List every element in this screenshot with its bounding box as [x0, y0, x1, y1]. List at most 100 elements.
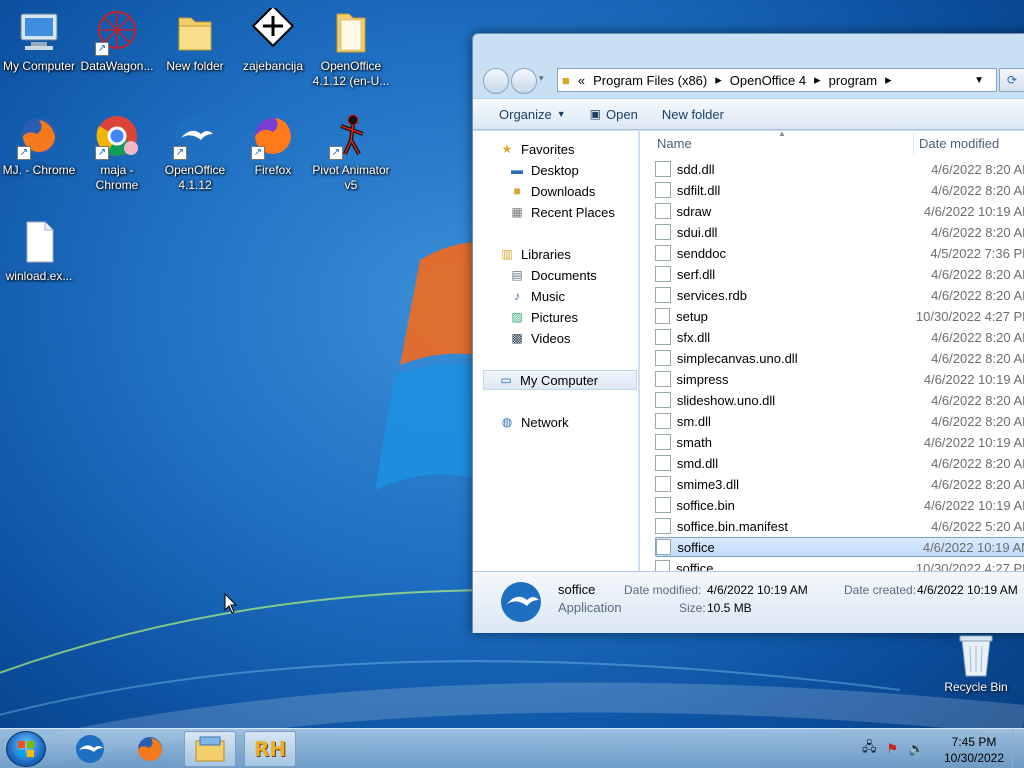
file-row[interactable]: sdui.dll 4/6/2022 8:20 AM	[655, 222, 1024, 242]
nav-documents[interactable]: ▤ Documents	[509, 265, 597, 285]
breadcrumb-separator-icon[interactable]: ▸	[885, 72, 892, 88]
taskbar-firefox-button[interactable]	[124, 731, 176, 767]
desktop-icon-firefox[interactable]: ↗ Firefox	[234, 112, 312, 178]
file-icon	[655, 308, 671, 324]
shortcut-arrow-icon: ↗	[17, 146, 31, 160]
file-row[interactable]: sdraw 4/6/2022 10:19 AM	[655, 201, 1024, 221]
forward-button[interactable]	[511, 68, 537, 94]
file-row[interactable]: soffice.bin 4/6/2022 10:19 AM	[655, 495, 1024, 515]
nav-my-computer[interactable]: ▭ My Computer	[483, 370, 637, 390]
file-row[interactable]: sdfilt.dll 4/6/2022 8:20 AM	[655, 180, 1024, 200]
file-row[interactable]: serf.dll 4/6/2022 8:20 AM	[655, 264, 1024, 284]
file-icon	[655, 287, 671, 303]
file-name: soffice.bin.manifest	[676, 518, 788, 534]
nav-label: Downloads	[531, 183, 596, 199]
nav-network[interactable]: ◍ Network	[499, 412, 569, 432]
nav-label: Documents	[531, 267, 597, 283]
taskbar-openoffice-button[interactable]	[64, 731, 116, 767]
file-list: Name ▲ Date modified sdd.dll 4/6/2022 8:2…	[640, 131, 1024, 571]
file-row[interactable]: senddoc 4/5/2022 7:36 PM	[655, 243, 1024, 263]
column-header-date[interactable]: Date modified	[919, 131, 999, 155]
file-date: 4/6/2022 8:20 AM	[931, 455, 1024, 471]
nav-videos[interactable]: ▩ Videos	[509, 328, 570, 348]
nav-label: My Computer	[520, 372, 599, 388]
file-icon	[655, 161, 671, 177]
zajebancija-icon	[249, 4, 297, 56]
breadcrumb-openoffice[interactable]: OpenOffice 4	[730, 73, 806, 88]
file-row[interactable]: smime3.dll 4/6/2022 8:20 AM	[655, 474, 1024, 494]
nav-recent-places[interactable]: ▦ Recent Places	[509, 202, 615, 222]
desktop-icon-pivot[interactable]: ↗ Pivot Animator v5	[312, 112, 390, 193]
show-desktop-button[interactable]	[1012, 729, 1024, 768]
file-row[interactable]: sdd.dll 4/6/2022 8:20 AM	[655, 159, 1024, 179]
network-tray-icon[interactable]: 🖧	[862, 738, 877, 760]
file-row[interactable]: soffice 10/30/2022 4:27 PM	[655, 558, 1024, 571]
address-dropdown-icon[interactable]: ▼	[974, 75, 984, 86]
nav-libraries[interactable]: ▥ Libraries	[499, 244, 571, 264]
taskbar-rh-button[interactable]: RH	[244, 731, 296, 767]
file-icon	[655, 371, 671, 387]
file-row[interactable]: sfx.dll 4/6/2022 8:20 AM	[655, 327, 1024, 347]
desktop-icon-zajebancija[interactable]: zajebancija	[234, 4, 312, 74]
nav-pictures[interactable]: ▨ Pictures	[509, 307, 578, 327]
file-name: soffice	[676, 560, 714, 572]
nav-downloads[interactable]: ■ Downloads	[509, 181, 595, 201]
file-name: sfx.dll	[676, 329, 711, 345]
address-bar[interactable]: ■ « Program Files (x86) ▸ OpenOffice 4 ▸…	[557, 68, 997, 92]
clock-time: 7:45 PM	[951, 735, 997, 749]
volume-icon[interactable]: 🔈	[908, 742, 924, 757]
desktop-icon-recycle-bin[interactable]: Recycle Bin	[940, 632, 1012, 694]
nav-label: Music	[531, 288, 565, 304]
file-row[interactable]: services.rdb 4/6/2022 8:20 AM	[655, 285, 1024, 305]
new-folder-label: New folder	[661, 106, 724, 122]
file-row[interactable]: slideshow.uno.dll 4/6/2022 8:20 AM	[655, 390, 1024, 410]
file-row[interactable]: smath 4/6/2022 10:19 AM	[655, 432, 1024, 452]
explorer-window[interactable]: ▾ ■ « Program Files (x86) ▸ OpenOffice 4…	[472, 33, 1024, 633]
organize-button[interactable]: Organize ▼	[473, 107, 578, 122]
desktop-icon-winload[interactable]: winload.ex...	[0, 218, 78, 284]
file-row[interactable]: setup 10/30/2022 4:27 PM	[655, 306, 1024, 326]
desktop-icon-datawagon[interactable]: ↗ DataWagon...	[78, 8, 156, 74]
file-row[interactable]: sm.dll 4/6/2022 8:20 AM	[655, 411, 1024, 431]
desktop-icon-label: zajebancija	[242, 59, 304, 73]
column-label: Date modified	[919, 135, 1000, 151]
nav-favorites[interactable]: ★ Favorites	[499, 139, 575, 159]
recent-pages-chevron-icon[interactable]: ▾	[539, 74, 544, 84]
desktop-icon-mj-chrome[interactable]: ↗ MJ. - Chrome	[0, 112, 78, 178]
action-center-flag-icon[interactable]: ⚑	[887, 742, 899, 757]
desktop-icon-openoffice[interactable]: ↗ OpenOffice 4.1.12	[156, 112, 234, 193]
file-row[interactable]: simplecanvas.uno.dll 4/6/2022 8:20 AM	[655, 348, 1024, 368]
column-separator[interactable]	[913, 133, 914, 155]
file-row[interactable]: soffice 4/6/2022 10:19 AM	[655, 537, 1024, 557]
file-date: 4/5/2022 7:36 PM	[930, 245, 1024, 261]
file-date: 4/6/2022 8:20 AM	[931, 329, 1024, 345]
file-name: senddoc	[676, 245, 727, 261]
start-button[interactable]	[6, 731, 46, 767]
file-row[interactable]: simpress 4/6/2022 10:19 AM	[655, 369, 1024, 389]
file-row[interactable]: smd.dll 4/6/2022 8:20 AM	[655, 453, 1024, 473]
breadcrumb-separator-icon[interactable]: ▸	[715, 72, 722, 88]
desktop-icon-openoffice-folder[interactable]: OpenOffice 4.1.12 (en-U...	[312, 8, 390, 89]
system-tray: 🖧 ⚑ 🔈	[862, 729, 934, 768]
details-name: soffice	[558, 582, 596, 597]
desktop-icon-new-folder[interactable]: New folder	[156, 8, 234, 74]
breadcrumb-program[interactable]: program	[829, 73, 877, 88]
desktop-icon-label: New folder	[166, 59, 224, 73]
breadcrumb-program-files[interactable]: Program Files (x86)	[593, 73, 707, 88]
file-row[interactable]: soffice.bin.manifest 4/6/2022 5:20 AM	[655, 516, 1024, 536]
breadcrumb-separator-icon[interactable]: ▸	[814, 72, 821, 88]
clock-date: 10/30/2022	[943, 751, 1005, 765]
back-button[interactable]	[483, 68, 509, 94]
star-icon: ★	[501, 142, 513, 156]
desktop-icon-maja-chrome[interactable]: ↗ maja - Chrome	[78, 112, 156, 193]
desktop-icon-my-computer[interactable]: My Computer	[0, 8, 78, 74]
open-button[interactable]: ▣ Open	[578, 107, 650, 122]
nav-music[interactable]: ♪ Music	[509, 286, 565, 306]
column-header-name[interactable]: Name	[657, 131, 692, 155]
explorer-folder-icon	[195, 736, 225, 762]
refresh-button[interactable]: ⟳	[999, 68, 1024, 92]
taskbar-explorer-button[interactable]	[184, 731, 236, 767]
clock[interactable]: 7:45 PM 10/30/2022	[938, 734, 1010, 766]
nav-desktop[interactable]: ▬ Desktop	[509, 160, 579, 180]
new-folder-button[interactable]: New folder	[650, 107, 736, 122]
